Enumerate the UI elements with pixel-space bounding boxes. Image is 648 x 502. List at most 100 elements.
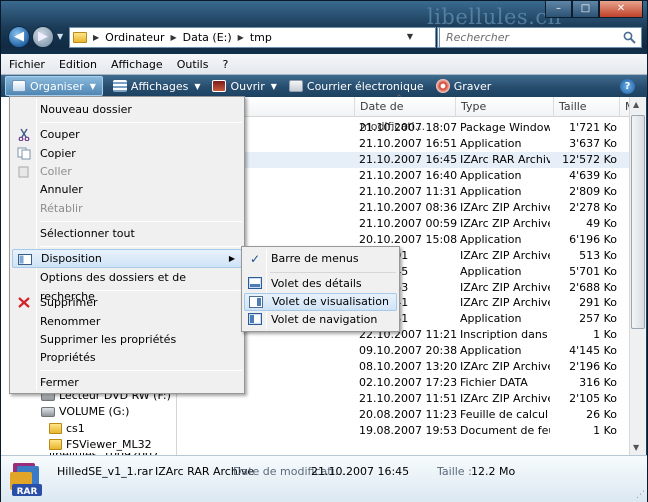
menu-item-select-all[interactable]: Sélectionner tout	[12, 224, 242, 243]
email-label: Courrier électronique	[306, 79, 424, 93]
preview-pane-icon	[249, 296, 263, 308]
menu-item-label: Copier	[40, 147, 76, 160]
menu-item-remove-properties[interactable]: Supprimer les propriétés	[12, 330, 242, 349]
menu-outils[interactable]: Outils	[177, 58, 209, 71]
folder-icon	[49, 439, 62, 450]
tree-item-volume[interactable]: VOLUME (G:)	[41, 405, 129, 418]
back-button[interactable]: ◀	[8, 26, 30, 48]
menu-item-label: Fermer	[40, 376, 79, 389]
file-row[interactable]: zip08.10.2007 13:20IZArc ZIP Archive2'19…	[181, 359, 629, 375]
close-button[interactable]: ✕	[599, 1, 643, 18]
help-icon[interactable]: ?	[620, 79, 635, 94]
layout-submenu: ✓ Barre de menus Volet des détails Volet…	[241, 246, 400, 332]
menu-item-paste[interactable]: Coller	[12, 162, 242, 181]
svg-text:RAR: RAR	[17, 487, 38, 497]
burn-button[interactable]: Graver	[430, 75, 498, 97]
organize-menu: Nouveau dossier Couper Copier Coller Ann…	[9, 96, 245, 394]
menu-item-new-folder[interactable]: Nouveau dossier	[12, 100, 242, 119]
views-button[interactable]: Affichages ▼	[107, 75, 207, 97]
file-type: Document de feu...	[460, 424, 550, 438]
menu-item-cut[interactable]: Couper	[12, 125, 242, 144]
history-dropdown-icon[interactable]: ▼	[57, 32, 63, 41]
forward-button[interactable]: ▶	[32, 26, 54, 48]
chevron-right-icon[interactable]: ▶	[170, 33, 176, 42]
menu-item-label: Renommer	[40, 315, 101, 328]
scroll-thumb[interactable]	[631, 115, 645, 329]
menu-item-layout[interactable]: Disposition ▶	[12, 249, 242, 268]
file-row[interactable]: e2.exe21.10.2007 16:40Application4'639 K…	[181, 168, 629, 184]
file-date: 21.10.2007 11:51	[359, 392, 458, 406]
file-row[interactable]: 1_1.rar21.10.2007 16:45IZArc RAR Archive…	[181, 151, 629, 168]
menu-item-properties[interactable]: Propriétés	[12, 348, 242, 367]
breadcrumb-data[interactable]: Data (E:)	[183, 31, 232, 44]
menu-item-rename[interactable]: Renommer	[12, 312, 242, 331]
submenu-item-preview-pane[interactable]: Volet de visualisation	[244, 293, 397, 311]
file-row[interactable]: e.exe21.10.2007 16:51Application3'637 Ko	[181, 136, 629, 152]
file-row[interactable]: ip21.10.2007 08:36IZArc ZIP Archive2'278…	[181, 200, 629, 216]
scroll-down-icon[interactable]: ▼	[633, 443, 639, 452]
submenu-item-navigation-pane[interactable]: Volet de navigation	[244, 311, 397, 329]
column-type[interactable]: Type	[456, 97, 554, 117]
email-icon	[288, 80, 303, 92]
chevron-right-icon[interactable]: ▶	[238, 33, 244, 42]
file-size: 3'637 Ko	[569, 136, 617, 150]
file-row[interactable]: viewHandlerSetup.msi21.10.2007 18:07Pack…	[181, 120, 629, 136]
file-size: 2'278 Ko	[569, 200, 617, 214]
maximize-button[interactable]: □	[572, 1, 599, 18]
column-date[interactable]: Date de modificati...	[355, 97, 456, 133]
layout-icon	[18, 254, 32, 265]
submenu-item-menu-bar[interactable]: ✓ Barre de menus	[244, 250, 397, 268]
search-icon[interactable]	[623, 31, 636, 44]
address-bar[interactable]: ▶ Ordinateur ▶ Data (E:) ▶ tmp ▼	[69, 27, 436, 48]
file-row[interactable]: data02.10.2007 17:23Fichier DATA316 Ko	[181, 375, 629, 391]
burn-label: Graver	[453, 79, 492, 93]
resize-grip-icon[interactable]: ⋰	[636, 490, 645, 500]
file-size: 5'701 Ko	[569, 264, 617, 278]
breadcrumb-tmp[interactable]: tmp	[250, 31, 272, 44]
menu-edition[interactable]: Edition	[59, 58, 97, 71]
column-extra[interactable]: M	[620, 97, 635, 117]
column-size[interactable]: Taille	[554, 97, 620, 117]
search-input[interactable]: Rechercher	[439, 27, 642, 48]
burn-icon	[435, 79, 450, 93]
submenu-item-label: Volet des détails	[271, 277, 362, 290]
chevron-right-icon[interactable]: ▶	[93, 33, 99, 42]
file-row[interactable]: 2.1_win32-setup.exe21.10.2007 11:31Appli…	[181, 184, 629, 200]
details-pane: RAR HilledSE_v1_1.rar IZArc RAR Archive …	[1, 455, 647, 502]
file-type: IZArc ZIP Archive	[460, 392, 550, 406]
email-button[interactable]: Courrier électronique	[283, 75, 430, 97]
tree-item-folder[interactable]: cs1	[49, 422, 85, 435]
menu-item-delete[interactable]: Supprimer	[12, 293, 242, 312]
file-row[interactable]: libellules.css19.08.2007 19:53Document d…	[181, 423, 629, 439]
menu-item-label: Annuler	[40, 183, 83, 196]
breadcrumb-ordinateur[interactable]: Ordinateur	[105, 31, 164, 44]
file-row[interactable]: e-v1.11.exe09.10.2007 20:38Application4'…	[181, 343, 629, 359]
file-row[interactable]: zip21.10.2007 00:59IZArc ZIP Archive49 K…	[181, 216, 629, 232]
menu-item-close[interactable]: Fermer	[12, 373, 242, 392]
menu-item-label: Propriétés	[40, 351, 96, 364]
file-type: IZArc ZIP Archive	[460, 360, 550, 374]
menu-help[interactable]: ?	[222, 58, 228, 71]
menu-item-copy[interactable]: Copier	[12, 144, 242, 163]
minimize-button[interactable]: –	[545, 1, 572, 18]
menu-item-undo[interactable]: Annuler	[12, 180, 242, 199]
checkmark-icon: ✓	[250, 252, 261, 266]
file-row[interactable]: pause minute.xls20.08.2007 11:23Feuille …	[181, 407, 629, 423]
chevron-down-icon: ▼	[194, 81, 201, 91]
organize-button[interactable]: Organiser ▼	[5, 76, 103, 96]
menu-affichage[interactable]: Affichage	[111, 58, 163, 71]
file-row[interactable]: fotografas.zip21.10.2007 11:51IZArc ZIP …	[181, 391, 629, 407]
menu-fichier[interactable]: Fichier	[9, 58, 45, 71]
organize-label: Organiser	[30, 79, 84, 93]
file-type: IZArc ZIP Archive	[460, 296, 550, 310]
chevron-down-icon[interactable]: ▼	[407, 32, 413, 41]
tree-item-folder[interactable]: FSViewer_ML32	[49, 438, 152, 451]
open-button[interactable]: Ouvrir ▼	[206, 75, 282, 97]
vertical-scrollbar[interactable]: ▲ ▼	[629, 97, 646, 455]
menu-item-label: Coller	[40, 165, 72, 178]
menu-item-redo[interactable]: Rétablir	[12, 199, 242, 218]
menu-item-folder-options[interactable]: Options des dossiers et de recherche	[12, 268, 242, 303]
submenu-item-details-pane[interactable]: Volet des détails	[244, 275, 397, 293]
scroll-up-icon[interactable]: ▲	[633, 100, 639, 109]
file-type: Application	[460, 136, 522, 150]
